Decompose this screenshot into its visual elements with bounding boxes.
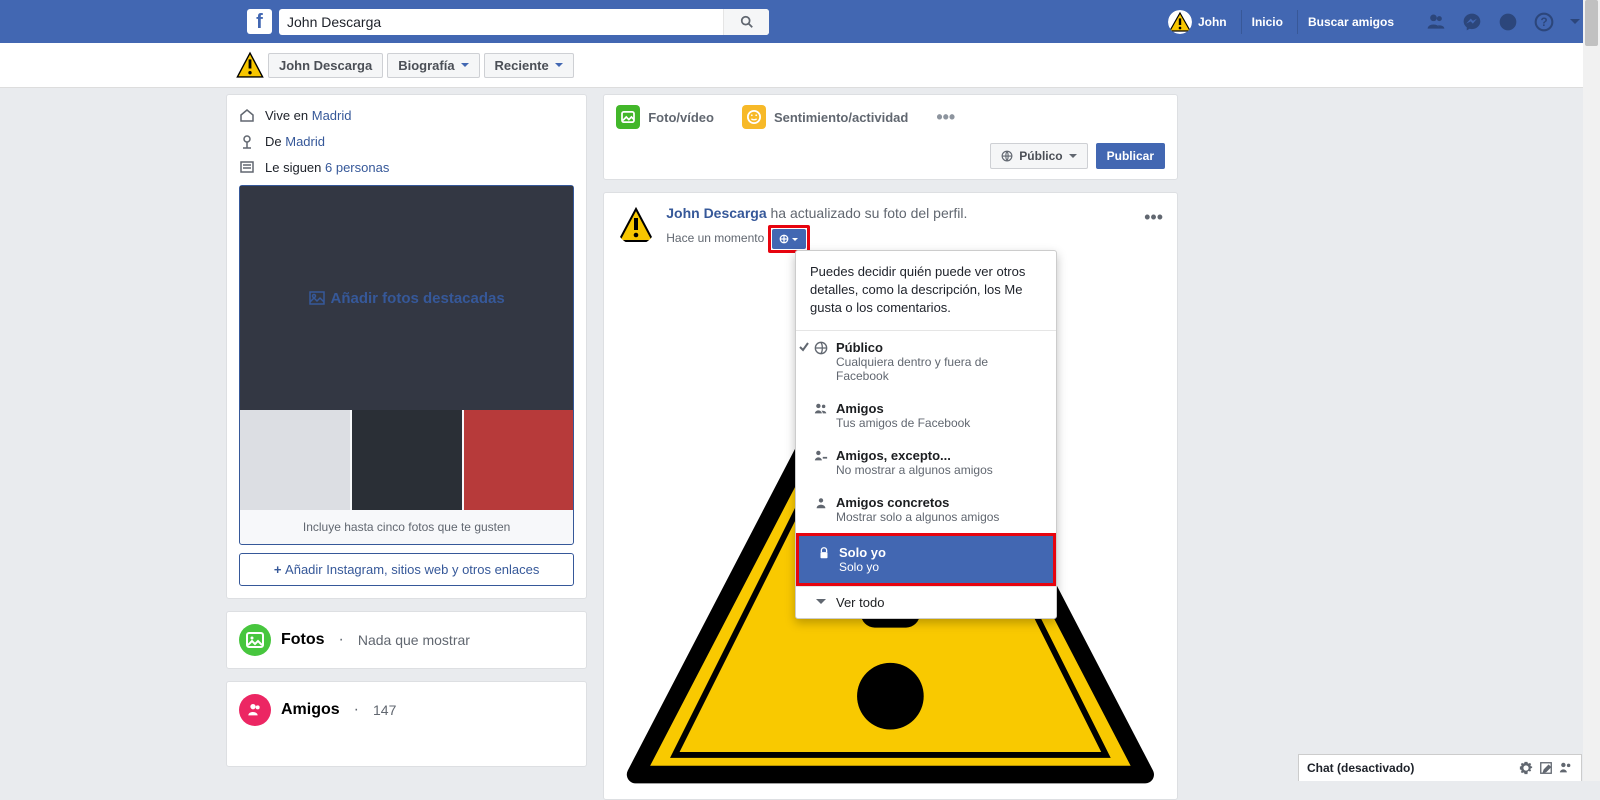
story-options-icon[interactable]: ••• <box>1144 207 1163 228</box>
help-icon[interactable]: ? <box>1534 12 1554 32</box>
followers-link[interactable]: 6 personas <box>325 160 389 175</box>
nav-home-link[interactable]: Inicio <box>1241 10 1293 34</box>
audience-option-specific-friends[interactable]: Amigos concretos Mostrar solo a algunos … <box>796 486 1056 533</box>
search-box <box>279 9 769 35</box>
audience-option-friends-except[interactable]: Amigos, excepto... No mostrar a algunos … <box>796 439 1056 486</box>
thumbnail[interactable] <box>352 410 462 510</box>
svg-text:?: ? <box>1540 16 1547 29</box>
audience-see-all[interactable]: Ver todo <box>796 587 1056 618</box>
followers-icon <box>239 159 255 175</box>
check-icon <box>798 341 810 353</box>
audience-option-friends[interactable]: Amigos Tus amigos de Facebook <box>796 392 1056 439</box>
chevron-down-icon <box>461 63 469 67</box>
nav-username: John <box>1198 15 1227 29</box>
warning-avatar-icon <box>616 205 656 245</box>
profile-subheader: John Descarga Biografía Reciente <box>0 43 1600 88</box>
intro-card: Vive en Madrid De Madrid Le siguen 6 per… <box>226 94 587 599</box>
audience-menu-description: Puedes decidir quién puede ver otros det… <box>796 251 1056 330</box>
chat-label: Chat (desactivado) <box>1307 761 1513 775</box>
story-action-text: ha actualizado su foto del perfil. <box>767 205 968 221</box>
composer-card: Foto/vídeo Sentimiento/actividad ••• Púb… <box>603 94 1178 180</box>
add-links-button[interactable]: + Añadir Instagram, sitios web y otros e… <box>239 553 574 586</box>
featured-photos-box: × Añadir fotos destacadas Incluye hasta … <box>239 185 574 545</box>
lock-icon <box>817 546 831 560</box>
search-button[interactable] <box>723 9 769 35</box>
messenger-icon[interactable] <box>1462 12 1482 32</box>
composer-photo-video[interactable]: Foto/vídeo <box>616 105 714 129</box>
featured-caption: Incluye hasta cinco fotos que te gusten <box>240 510 573 544</box>
chevron-down-icon <box>555 63 563 67</box>
facebook-logo[interactable]: f <box>247 9 272 34</box>
featured-hero: Añadir fotos destacadas <box>240 186 573 410</box>
story-audience-button[interactable] <box>772 229 806 249</box>
specific-friends-icon <box>814 496 828 510</box>
publish-button[interactable]: Publicar <box>1096 143 1165 169</box>
scrollbar-thumb[interactable] <box>1585 0 1598 46</box>
search-icon <box>740 15 754 29</box>
location-link[interactable]: Madrid <box>312 108 352 123</box>
friends-icon <box>814 402 828 416</box>
globe-icon <box>779 234 789 244</box>
warning-avatar-icon <box>236 51 264 79</box>
friends-count[interactable]: 147 <box>373 702 396 718</box>
audience-selector-button[interactable]: Público <box>990 143 1087 169</box>
globe-icon <box>814 341 828 355</box>
photos-icon <box>239 624 271 656</box>
audience-option-only-me[interactable]: Solo yo Solo yo <box>799 536 1053 583</box>
thumbnail[interactable] <box>240 410 350 510</box>
warning-avatar-icon <box>1168 10 1192 34</box>
friend-requests-icon[interactable] <box>1426 12 1446 32</box>
photos-title[interactable]: Fotos <box>281 631 325 649</box>
tab-recent[interactable]: Reciente <box>484 53 574 78</box>
thumbnail[interactable] <box>464 410 574 510</box>
nav-find-friends-link[interactable]: Buscar amigos <box>1297 10 1404 34</box>
friends-title[interactable]: Amigos <box>281 701 340 719</box>
profile-name-button[interactable]: John Descarga <box>268 53 383 78</box>
story-timestamp: Hace un momento <box>666 225 967 253</box>
tab-biography[interactable]: Biografía <box>387 53 479 78</box>
vertical-scrollbar[interactable] <box>1583 0 1600 781</box>
location-icon <box>239 133 255 149</box>
composer-more[interactable]: ••• <box>936 107 955 128</box>
story-author-link[interactable]: John Descarga <box>666 205 766 221</box>
intro-lives-in: Vive en Madrid <box>239 107 574 123</box>
account-menu-caret[interactable] <box>1570 19 1580 24</box>
gear-icon[interactable] <box>1519 761 1533 775</box>
friends-except-icon <box>814 449 828 463</box>
top-nav: f John Inicio Buscar amigos ? <box>0 0 1600 43</box>
photos-subtitle: Nada que mostrar <box>358 632 470 648</box>
home-icon <box>239 107 255 123</box>
featured-thumbnails <box>240 410 573 510</box>
people-icon[interactable] <box>1559 761 1573 775</box>
audience-menu: Puedes decidir quién puede ver otros det… <box>795 250 1057 619</box>
chevron-down-icon <box>792 238 798 241</box>
chevron-down-icon <box>1069 154 1077 158</box>
composer-feeling[interactable]: Sentimiento/actividad <box>742 105 908 129</box>
nav-profile-link[interactable]: John <box>1158 10 1237 34</box>
chevron-down-icon <box>816 599 826 604</box>
search-input[interactable] <box>279 14 723 30</box>
image-icon <box>309 291 325 305</box>
hometown-link[interactable]: Madrid <box>285 134 325 149</box>
globe-icon <box>1001 150 1013 162</box>
feeling-icon <box>742 105 766 129</box>
chat-bar[interactable]: Chat (desactivado) <box>1298 754 1582 781</box>
intro-followers: Le siguen 6 personas <box>239 159 574 175</box>
photo-video-icon <box>616 105 640 129</box>
intro-from: De Madrid <box>239 133 574 149</box>
compose-icon[interactable] <box>1539 761 1553 775</box>
add-featured-photos-button[interactable]: Añadir fotos destacadas <box>309 290 505 307</box>
notifications-icon[interactable] <box>1498 12 1518 32</box>
friends-card: Amigos · 147 <box>226 681 587 767</box>
highlight-audience <box>768 225 810 253</box>
highlight-only-me: Solo yo Solo yo <box>796 533 1056 586</box>
photos-card: Fotos · Nada que mostrar <box>226 611 587 669</box>
audience-option-public[interactable]: Público Cualquiera dentro y fuera de Fac… <box>796 331 1056 392</box>
friends-icon <box>239 694 271 726</box>
